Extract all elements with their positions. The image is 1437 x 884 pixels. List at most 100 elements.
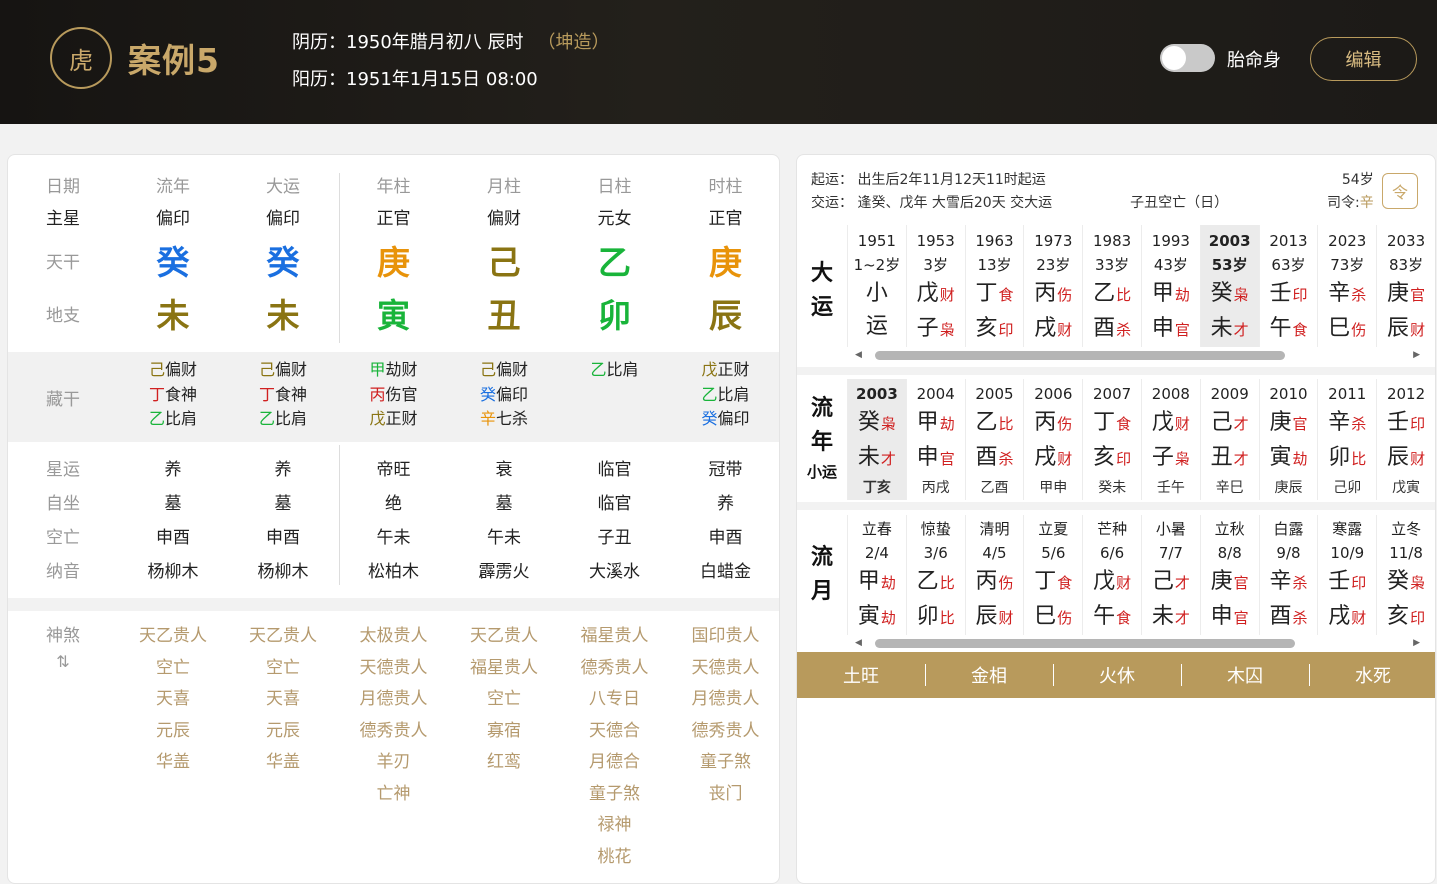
shensha-item: 国印贵人 bbox=[691, 626, 760, 646]
shensha-item: 寡宿 bbox=[487, 720, 521, 741]
dayun-cell[interactable]: 2013 63岁 壬印 午食 bbox=[1258, 225, 1318, 347]
hidden-stem-list: 甲劫财 丙伤官 戊正财 bbox=[369, 358, 417, 432]
liunian-branch: 戌财 bbox=[1034, 441, 1072, 476]
solar-term-date: 8/8 bbox=[1217, 544, 1242, 562]
ganzhi-char: 巳 bbox=[1328, 316, 1351, 341]
shensha-toggle-icon[interactable]: ⇅ bbox=[56, 652, 69, 671]
siling-icon[interactable]: 令 bbox=[1382, 173, 1418, 209]
stat-value: 白蜡金 bbox=[700, 561, 751, 582]
shensha-item: 天乙贵人 bbox=[470, 626, 538, 646]
dayun-cell[interactable]: 2023 73岁 辛杀 巳伤 bbox=[1317, 225, 1376, 347]
liuyue-branch: 卯比 bbox=[917, 600, 955, 635]
scroll-left-icon[interactable]: ◀ bbox=[855, 350, 862, 360]
shensha-item: 天德贵人 bbox=[359, 657, 428, 678]
dayun-cell[interactable]: 2003 53岁 癸枭 未才 bbox=[1199, 225, 1259, 347]
liunian-cell[interactable]: 2007 丁食 亥印 癸未 bbox=[1082, 379, 1141, 500]
solar-term-date: 9/8 bbox=[1276, 544, 1301, 562]
liuyue-stem: 乙比 bbox=[917, 565, 955, 600]
liunian-cell[interactable]: 2011 辛杀 卯比 己卯 bbox=[1317, 379, 1376, 500]
dayun-cell[interactable]: 1953 3岁 戊财 子枭 bbox=[905, 225, 965, 347]
dayun-cell[interactable]: 1983 33岁 乙比 酉杀 bbox=[1082, 225, 1141, 347]
liunian-branch: 酉杀 bbox=[975, 441, 1013, 476]
liunian-cell[interactable]: 2009 己才 丑才 辛巳 bbox=[1199, 379, 1259, 500]
shensha-item: 天乙贵人 bbox=[249, 626, 317, 646]
section-sub: 小运 bbox=[806, 463, 837, 481]
scroll-thumb[interactable] bbox=[875, 351, 1285, 360]
scroll-right-icon[interactable]: ▶ bbox=[1413, 638, 1420, 648]
liuyue-cell[interactable]: 清明 4/5 丙伤 辰财 bbox=[964, 515, 1024, 635]
liuyue-branch: 亥印 bbox=[1387, 600, 1425, 635]
dayun-year: 1963 bbox=[975, 232, 1014, 250]
hidden-stem: 丁食神 bbox=[259, 383, 307, 408]
liunian-cell[interactable]: 2006 丙伤 戌财 甲申 bbox=[1023, 379, 1082, 500]
scroll-left-icon[interactable]: ◀ bbox=[855, 638, 862, 648]
liunian-stem: 庚官 bbox=[1269, 406, 1307, 441]
ganzhi-char: 庚 bbox=[1387, 281, 1410, 306]
shensha-item: 羊刃 bbox=[376, 752, 411, 772]
dayun-year: 1993 bbox=[1151, 232, 1190, 250]
ganzhi-char: 申 bbox=[1210, 604, 1233, 629]
ten-god: 伤 bbox=[1351, 321, 1367, 339]
siling-line: 司令:辛 bbox=[1327, 192, 1374, 215]
ten-god: 伤 bbox=[998, 574, 1014, 592]
ten-god: 食 bbox=[1116, 609, 1132, 627]
liuyue-cell[interactable]: 立春 2/4 甲劫 寅劫 bbox=[847, 515, 906, 635]
liuyue-cell[interactable]: 寒露 10/9 壬印 戌财 bbox=[1317, 515, 1376, 635]
scroll-thumb[interactable] bbox=[875, 639, 1295, 648]
liunian-cell[interactable]: 2004 甲劫 申官 丙戌 bbox=[905, 379, 965, 500]
liunian-cell[interactable]: 2003 癸枭 未才 丁亥 bbox=[847, 379, 906, 500]
liuyue-cell[interactable]: 立夏 5/6 丁食 巳伤 bbox=[1023, 515, 1082, 635]
dayun-branch: 酉杀 bbox=[1093, 312, 1131, 347]
dayun-cell[interactable]: 2033 83岁 庚官 辰财 bbox=[1376, 225, 1435, 347]
dayun-age: 3岁 bbox=[923, 256, 948, 274]
stat-value: 松柏木 bbox=[368, 561, 419, 582]
hidden-stem: 乙比肩 bbox=[259, 407, 307, 432]
earthly-branch: 未 bbox=[156, 296, 190, 335]
hidden-stem-god: 食神 bbox=[275, 384, 308, 404]
ten-god: 杀 bbox=[1351, 286, 1367, 304]
ganzhi-char: 戌 bbox=[1328, 604, 1351, 629]
liuyue-stem: 壬印 bbox=[1328, 565, 1366, 600]
liuyue-cell[interactable]: 惊蛰 3/6 乙比 卯比 bbox=[905, 515, 965, 635]
ten-god: 官 bbox=[1410, 286, 1426, 304]
dayun-scrollbar[interactable]: ◀ ▶ bbox=[855, 350, 1420, 360]
main-star: 偏财 bbox=[487, 208, 521, 229]
liuyue-scrollbar[interactable]: ◀ ▶ bbox=[855, 638, 1420, 648]
ganzhi-char: 申 bbox=[1151, 316, 1174, 341]
hidden-stem-gan: 乙 bbox=[701, 384, 718, 404]
dayun-cell[interactable]: 1963 13岁 丁食 亥印 bbox=[964, 225, 1024, 347]
liuyue-branch: 酉杀 bbox=[1269, 600, 1307, 635]
scroll-right-icon[interactable]: ▶ bbox=[1413, 350, 1420, 360]
shensha-item: 童子煞 bbox=[589, 783, 640, 804]
liuyue-cell[interactable]: 小暑 7/7 己才 未才 bbox=[1140, 515, 1200, 635]
dayun-branch: 巳伤 bbox=[1328, 312, 1366, 347]
liuyue-cell[interactable]: 立秋 8/8 庚官 申官 bbox=[1199, 515, 1259, 635]
stat-value: 午未 bbox=[376, 527, 411, 548]
dayun-cell[interactable]: 1993 43岁 甲劫 申官 bbox=[1140, 225, 1200, 347]
liuyue-cell[interactable]: 芒种 6/6 戊财 午食 bbox=[1082, 515, 1141, 635]
stat-row-nayin: 纳音 杨柳木 杨柳木 松柏木 霹雳火 大溪水 白蜡金 bbox=[8, 552, 779, 586]
ganzhi-char: 戊 bbox=[1093, 569, 1116, 594]
liunian-cell[interactable]: 2012 壬印 辰财 戊寅 bbox=[1376, 379, 1435, 500]
edit-button[interactable]: 编辑 bbox=[1310, 37, 1417, 81]
hidden-stem-cell: 甲劫财 丙伤官 戊正财 bbox=[338, 358, 449, 436]
taimingshen-toggle[interactable] bbox=[1160, 44, 1215, 72]
stat-value: 申酉 bbox=[156, 527, 190, 548]
ganzhi-char: 癸 bbox=[1210, 281, 1233, 306]
heavenly-stem: 癸 bbox=[156, 243, 190, 282]
shensha-item: 华盖 bbox=[156, 752, 190, 772]
dayun-cell[interactable]: 1973 23岁 丙伤 戌财 bbox=[1023, 225, 1082, 347]
liuyue-cell[interactable]: 白露 9/8 辛杀 酉杀 bbox=[1258, 515, 1318, 635]
liunian-cell[interactable]: 2005 乙比 酉杀 乙酉 bbox=[964, 379, 1024, 500]
liuyue-cell[interactable]: 立冬 11/8 癸枭 亥印 bbox=[1376, 515, 1435, 635]
hidden-stem-god: 偏财 bbox=[496, 360, 529, 379]
qiyun-text: 起运： 出生后2年11月12天11时起运 bbox=[811, 172, 1046, 188]
liunian-cell[interactable]: 2010 庚官 寅劫 庚辰 bbox=[1258, 379, 1318, 500]
shensha-column: 福星贵人 德秀贵人 八专日 天德合 月德合 童子煞 禄神 桃花 bbox=[559, 621, 670, 873]
ten-god: 食 bbox=[1116, 415, 1132, 433]
ten-god: 财 bbox=[1410, 321, 1426, 339]
dayun-cell[interactable]: 1951 1~2岁小运 bbox=[847, 225, 906, 347]
liunian-cell[interactable]: 2008 戊财 子枭 壬午 bbox=[1140, 379, 1200, 500]
hidden-stem-god: 偏印 bbox=[496, 384, 529, 404]
ten-god: 才 bbox=[1233, 450, 1249, 468]
